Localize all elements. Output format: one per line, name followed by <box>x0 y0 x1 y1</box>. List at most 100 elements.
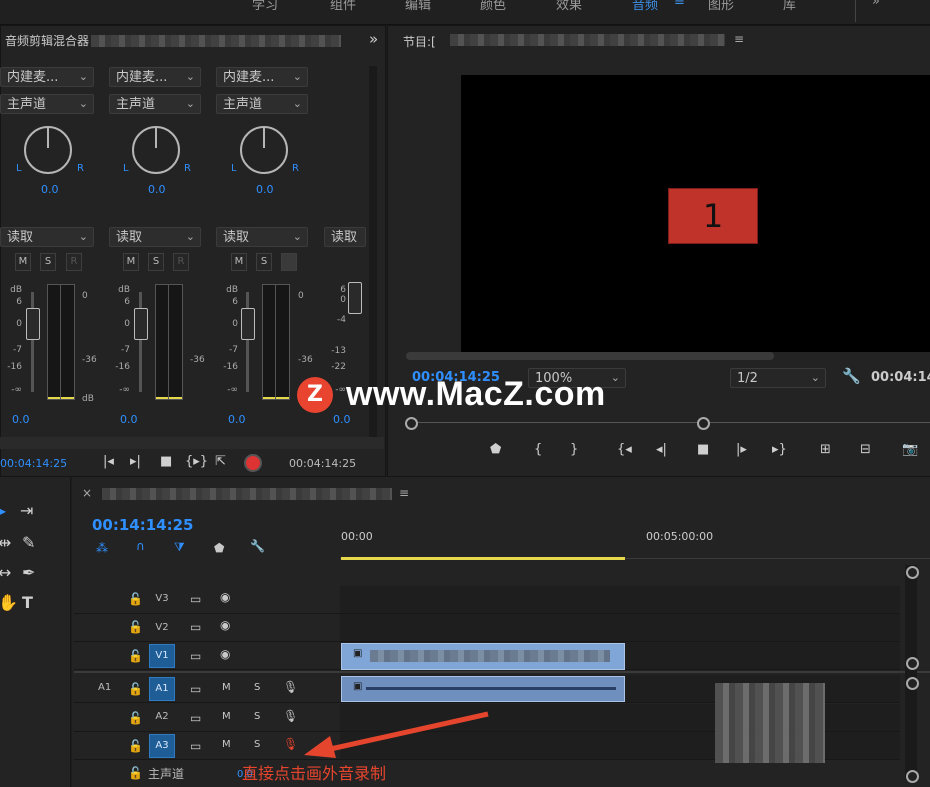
solo-track-button[interactable]: S <box>254 682 260 693</box>
workspace-tab-learn[interactable]: 学习 <box>252 0 278 13</box>
lock-icon[interactable]: 🔓 <box>128 711 143 725</box>
channel-3-automation-mode[interactable]: 读取 ⌄ <box>216 227 308 247</box>
eye-icon[interactable]: ◉ <box>220 590 230 604</box>
add-marker-icon[interactable]: ⬟ <box>490 442 501 457</box>
channel-2-pan-knob[interactable] <box>132 126 180 174</box>
ruler-end-handle[interactable] <box>697 417 710 430</box>
video-audio-divider[interactable] <box>74 671 930 673</box>
panel-overflow-icon[interactable]: » <box>369 30 378 48</box>
channel-3-fader-value[interactable]: 0.0 <box>228 413 246 426</box>
panel-menu-icon[interactable]: ≡ <box>399 486 409 500</box>
workspace-tab-graphics[interactable]: 图形 <box>708 0 734 13</box>
channel-4-fader-handle[interactable] <box>348 282 362 314</box>
lock-icon[interactable]: 🔓 <box>128 682 143 696</box>
channel-1-pan-knob[interactable] <box>24 126 72 174</box>
channel-1-solo-button[interactable]: S <box>40 253 56 271</box>
type-tool-icon[interactable]: T <box>22 593 33 612</box>
track-name-v1[interactable]: V1 <box>149 644 175 668</box>
razor-icon[interactable]: ✎ <box>22 533 35 552</box>
scroll-handle[interactable] <box>906 677 919 690</box>
mixer-timecode-current[interactable]: 00:04:14:25 <box>0 457 67 470</box>
panel-menu-icon[interactable]: ≡ <box>734 32 744 46</box>
eye-icon[interactable]: ◉ <box>220 647 230 661</box>
lock-icon[interactable]: 🔓 <box>128 739 143 753</box>
record-button[interactable] <box>244 454 262 472</box>
step-forward-icon[interactable]: |▸ <box>736 442 747 457</box>
audio-clip-a1[interactable]: ▣ <box>341 676 625 702</box>
channel-3-pan-knob[interactable] <box>240 126 288 174</box>
track-name-v2[interactable]: V2 <box>150 617 174 639</box>
channel-1-pan-value[interactable]: 0.0 <box>41 183 59 196</box>
work-area-bar[interactable] <box>341 557 625 560</box>
lock-icon[interactable]: 🔓 <box>128 592 143 606</box>
video-clip-v1[interactable]: ▣ <box>341 643 625 670</box>
channel-1-fader-handle[interactable] <box>26 308 40 340</box>
camera-icon[interactable]: 📷 <box>902 442 918 457</box>
channel-2-automation-mode[interactable]: 读取 ⌄ <box>109 227 201 247</box>
timeline-playhead-timecode[interactable]: 00:14:14:25 <box>92 516 194 534</box>
play-in-to-out-icon[interactable]: {▸} <box>185 454 208 469</box>
source-patch-a1[interactable]: A1 <box>98 682 111 693</box>
track-lane-v3[interactable] <box>340 586 900 614</box>
more-icon[interactable]: » <box>872 0 880 9</box>
track-lane-v2[interactable] <box>340 614 900 642</box>
mixer-panel-title[interactable]: 音频剪辑混合器 <box>5 32 89 49</box>
program-time-ruler[interactable] <box>410 422 930 423</box>
track-select-icon[interactable]: ⇥ <box>20 501 33 520</box>
go-to-in-icon[interactable]: |◂ <box>103 454 114 469</box>
workspace-tab-editing[interactable]: 编辑 <box>405 0 431 13</box>
sync-lock-icon[interactable]: ▭ <box>190 620 201 634</box>
mute-track-button[interactable]: M <box>222 739 231 750</box>
workspace-tab-audio[interactable]: 音频 <box>632 0 658 13</box>
go-to-out-icon[interactable]: ▸} <box>772 442 787 457</box>
channel-2-record-button[interactable]: R <box>173 253 189 271</box>
timeline-vertical-scrollbar[interactable] <box>905 565 917 780</box>
channel-4-fader-value[interactable]: 0.0 <box>333 413 351 426</box>
channel-3-solo-button[interactable]: S <box>256 253 272 271</box>
channel-3-mute-button[interactable]: M <box>231 253 247 271</box>
stop-icon[interactable]: ■ <box>160 454 172 469</box>
voiceover-record-microphone-icon[interactable]: 🎙 <box>283 737 298 751</box>
channel-3-input-select[interactable]: 内建麦... ⌄ <box>216 67 308 87</box>
menu-icon[interactable]: ≡ <box>674 0 685 9</box>
channel-2-mute-button[interactable]: M <box>123 253 139 271</box>
channel-1-mute-button[interactable]: M <box>15 253 31 271</box>
linked-selection-icon[interactable]: ⧩ <box>174 540 185 555</box>
track-name-a3[interactable]: A3 <box>149 734 175 758</box>
step-back-icon[interactable]: ◂| <box>656 442 667 457</box>
eye-icon[interactable]: ◉ <box>220 618 230 632</box>
go-to-out-icon[interactable]: ▸| <box>130 454 141 469</box>
snap-icon[interactable]: ∩ <box>136 539 145 553</box>
pen-tool-icon[interactable]: ✒ <box>22 563 35 582</box>
wrench-icon[interactable]: 🔧 <box>842 367 861 385</box>
channel-2-fader-track[interactable] <box>139 292 142 392</box>
program-monitor-title[interactable]: 节目:[ <box>403 33 436 50</box>
sync-lock-icon[interactable]: ▭ <box>190 649 201 663</box>
mute-track-button[interactable]: M <box>222 711 231 722</box>
channel-2-fader-value[interactable]: 0.0 <box>120 413 138 426</box>
ruler-start-handle[interactable] <box>405 417 418 430</box>
scroll-handle[interactable] <box>906 657 919 670</box>
channel-2-solo-button[interactable]: S <box>148 253 164 271</box>
channel-3-fader-track[interactable] <box>246 292 249 392</box>
timeline-ruler[interactable] <box>340 528 930 559</box>
wrench-icon[interactable]: 🔧 <box>250 539 265 553</box>
lock-icon[interactable]: 🔓 <box>128 620 143 634</box>
sync-lock-icon[interactable]: ▭ <box>190 592 201 606</box>
track-name-v3[interactable]: V3 <box>150 588 174 610</box>
mute-track-button[interactable]: M <box>222 682 231 693</box>
solo-track-button[interactable]: S <box>254 739 260 750</box>
lock-icon[interactable]: 🔓 <box>128 649 143 663</box>
channel-2-output-select[interactable]: 主声道 ⌄ <box>109 94 201 114</box>
resolution-select[interactable]: 1/2 ⌄ <box>730 368 826 388</box>
nest-icon[interactable]: ⁂ <box>96 541 108 555</box>
workspace-tab-effects[interactable]: 效果 <box>556 0 582 13</box>
microphone-icon[interactable]: 🎙 <box>283 680 298 694</box>
channel-1-input-select[interactable]: 内建麦... ⌄ <box>0 67 94 87</box>
workspace-tab-color[interactable]: 颜色 <box>480 0 506 13</box>
extract-icon[interactable]: ⊟ <box>860 442 871 457</box>
ripple-edit-icon[interactable]: ⇹ <box>0 533 11 552</box>
hand-tool-icon[interactable]: ✋ <box>0 593 18 612</box>
selection-tool-icon[interactable]: ▸ <box>0 501 6 520</box>
channel-4-automation-mode[interactable]: 读取 <box>324 227 366 247</box>
